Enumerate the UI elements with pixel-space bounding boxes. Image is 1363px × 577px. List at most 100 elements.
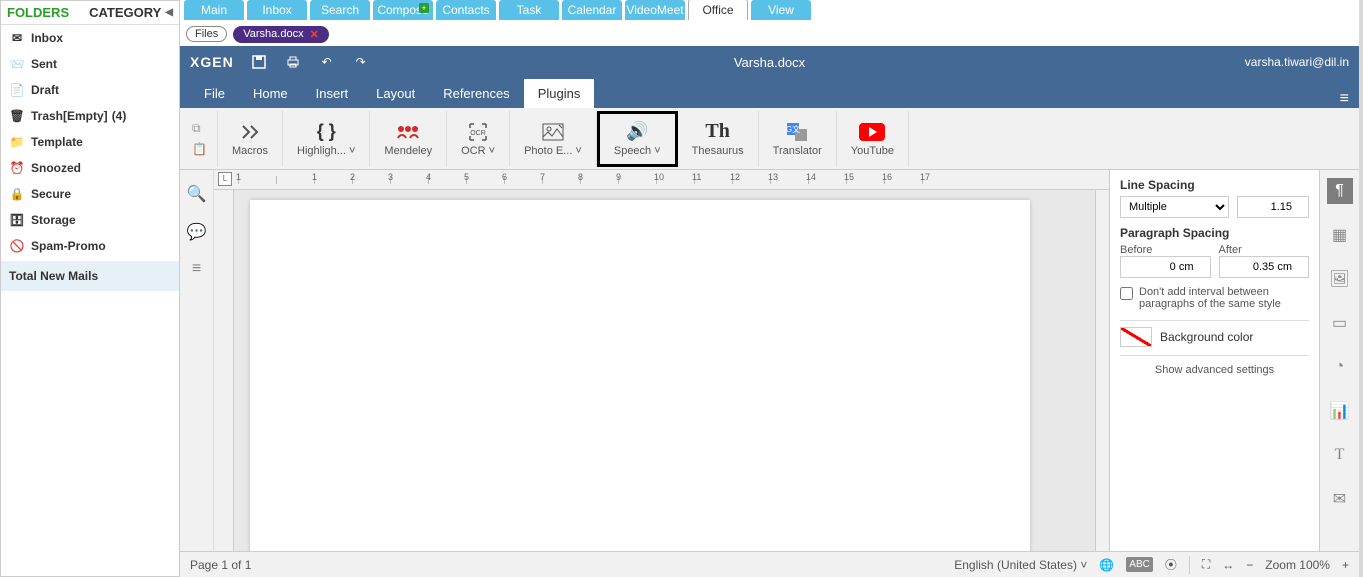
save-icon[interactable]: [250, 53, 268, 71]
ribbon-label: Speech ˅: [614, 145, 661, 157]
textart-icon[interactable]: T: [1327, 442, 1353, 468]
fit-width-icon[interactable]: ↔: [1222, 558, 1234, 572]
ribbon-mendeley-button[interactable]: Mendeley: [370, 111, 447, 167]
bg-color-swatch[interactable]: [1120, 327, 1152, 347]
scrollbar[interactable]: [1095, 190, 1109, 551]
globe-icon[interactable]: 🌐: [1099, 558, 1114, 572]
sidebar-item-label: Draft: [31, 83, 59, 97]
app-tab-search[interactable]: Search: [310, 0, 370, 20]
menu-hamburger-icon[interactable]: ≡: [1340, 90, 1349, 108]
app-tab-main[interactable]: Main: [184, 0, 244, 20]
search-icon[interactable]: 🔍: [187, 184, 207, 204]
copy-icon[interactable]: ⧉: [192, 121, 207, 136]
speech-icon: 🔊: [626, 121, 648, 143]
user-email[interactable]: varsha.tiwari@dil.in: [1245, 55, 1349, 69]
ribbon-speech-button[interactable]: 🔊 Speech ˅: [597, 111, 678, 167]
sidebar-tab-folders[interactable]: FOLDERS: [7, 5, 89, 20]
app-tab-compose[interactable]: Compose+: [373, 0, 433, 20]
ribbon-photo-button[interactable]: Photo E... ˅: [510, 111, 597, 167]
ribbon-translator-button[interactable]: G文Translator: [759, 111, 837, 167]
files-button[interactable]: Files: [186, 26, 227, 42]
editor-titlebar: XGEN ↶ ↷ Varsha.docx varsha.tiwari@dil.i…: [180, 46, 1359, 78]
ribbon-macros-button[interactable]: Macros: [218, 111, 283, 167]
vertical-ruler[interactable]: [214, 190, 234, 551]
spacing-before-input[interactable]: [1120, 256, 1211, 278]
spam-icon: 🚫: [9, 239, 25, 253]
close-icon[interactable]: ✕: [310, 28, 319, 41]
table-icon[interactable]: ▦: [1327, 222, 1353, 248]
document-page[interactable]: [250, 200, 1030, 551]
zoom-status[interactable]: Zoom 100%: [1265, 558, 1330, 572]
sidebar-item-label: Sent: [31, 57, 57, 71]
ribbon-youtube-button[interactable]: YouTube: [837, 111, 909, 167]
sidebar-item-inbox[interactable]: ✉Inbox: [1, 25, 179, 51]
chart-icon[interactable]: 📊: [1327, 398, 1353, 424]
app-tab-task[interactable]: Task: [499, 0, 559, 20]
sidebar-item-spam[interactable]: 🚫Spam-Promo: [1, 233, 179, 259]
collapse-icon[interactable]: ◀: [165, 7, 173, 18]
sidebar-item-secure[interactable]: 🔒Secure: [1, 181, 179, 207]
print-icon[interactable]: [284, 53, 302, 71]
paper-area[interactable]: [234, 190, 1095, 551]
ruler-mark: 3: [390, 176, 428, 184]
sidebar-item-draft[interactable]: 📄Draft: [1, 77, 179, 103]
tab-stop-selector[interactable]: L: [218, 172, 232, 186]
header-footer-icon[interactable]: ▭: [1327, 310, 1353, 336]
sidebar-tab-category[interactable]: CATEGORY: [89, 5, 161, 20]
horizontal-ruler[interactable]: L 11234567891011121314151617: [214, 170, 1109, 190]
ruler-mark: 2: [352, 176, 390, 184]
track-changes-icon[interactable]: ⦿: [1165, 556, 1177, 573]
sidebar-item-label: Template: [31, 135, 83, 149]
doc-chip-label: Varsha.docx: [243, 28, 303, 40]
doc-language[interactable]: English (United States) ˅: [954, 558, 1087, 572]
spellcheck-icon[interactable]: ABC: [1126, 557, 1153, 572]
paste-icon[interactable]: 📋: [192, 142, 207, 156]
ribbon-ocr-button[interactable]: OCROCR ˅: [447, 111, 510, 167]
headings-icon[interactable]: ≡: [192, 260, 201, 278]
app-tab-inbox[interactable]: Inbox: [247, 0, 307, 20]
app-tab-videomeet[interactable]: VideoMeet: [625, 0, 685, 20]
snoozed-icon: ⏰: [9, 161, 25, 175]
menu-tab-home[interactable]: Home: [239, 79, 302, 108]
paragraph-icon[interactable]: ¶: [1327, 178, 1353, 204]
menu-tab-references[interactable]: References: [429, 79, 523, 108]
menu-tab-plugins[interactable]: Plugins: [524, 79, 595, 108]
zoom-in-icon[interactable]: +: [1342, 558, 1349, 572]
spacing-after-input[interactable]: [1219, 256, 1310, 278]
menu-tab-layout[interactable]: Layout: [362, 79, 429, 108]
app-tab-office[interactable]: Office: [688, 0, 748, 20]
ribbon-thesaurus-button[interactable]: ThThesaurus: [678, 111, 759, 167]
redo-icon[interactable]: ↷: [352, 53, 370, 71]
app-tab-calendar[interactable]: Calendar: [562, 0, 622, 20]
shape-icon[interactable]: ◔: [1327, 354, 1353, 380]
no-interval-checkbox[interactable]: Don't add interval between paragraphs of…: [1120, 286, 1309, 310]
app-tab-view[interactable]: View: [751, 0, 811, 20]
sidebar-item-sent[interactable]: 📨Sent: [1, 51, 179, 77]
doc-chip[interactable]: Varsha.docx ✕: [233, 26, 329, 43]
show-advanced-link[interactable]: Show advanced settings: [1120, 364, 1309, 376]
zoom-out-icon[interactable]: −: [1246, 558, 1253, 572]
sidebar-item-storage[interactable]: 🗄Storage: [1, 207, 179, 233]
total-new-mails[interactable]: Total New Mails: [1, 261, 179, 291]
mail-merge-icon[interactable]: ✉: [1327, 486, 1353, 512]
compose-plus-icon[interactable]: +: [419, 3, 429, 13]
menu-tab-file[interactable]: File: [190, 79, 239, 108]
file-row: Files Varsha.docx ✕: [180, 22, 1359, 46]
ribbon-label: Macros: [232, 145, 268, 157]
fit-page-icon[interactable]: ⛶: [1202, 557, 1210, 572]
ribbon-highlight-button[interactable]: { }Highligh... ˅: [283, 111, 370, 167]
svg-text:G文: G文: [786, 124, 800, 134]
sidebar-item-snoozed[interactable]: ⏰Snoozed: [1, 155, 179, 181]
line-spacing-value[interactable]: [1237, 196, 1309, 218]
mendeley-icon: [396, 121, 420, 143]
app-tab-contacts[interactable]: Contacts: [436, 0, 496, 20]
no-interval-input[interactable]: [1120, 287, 1133, 300]
mail-sidebar: FOLDERS CATEGORY ◀ ✉Inbox📨Sent📄Draft🗑Tra…: [0, 0, 180, 577]
sidebar-item-trash[interactable]: 🗑Trash[Empty](4): [1, 103, 179, 129]
sidebar-item-template[interactable]: 📁Template: [1, 129, 179, 155]
comments-icon[interactable]: 💬: [187, 222, 207, 242]
image-icon[interactable]: 🖼: [1327, 266, 1353, 292]
undo-icon[interactable]: ↶: [318, 53, 336, 71]
line-spacing-select[interactable]: Multiple: [1120, 196, 1229, 218]
menu-tab-insert[interactable]: Insert: [302, 79, 363, 108]
